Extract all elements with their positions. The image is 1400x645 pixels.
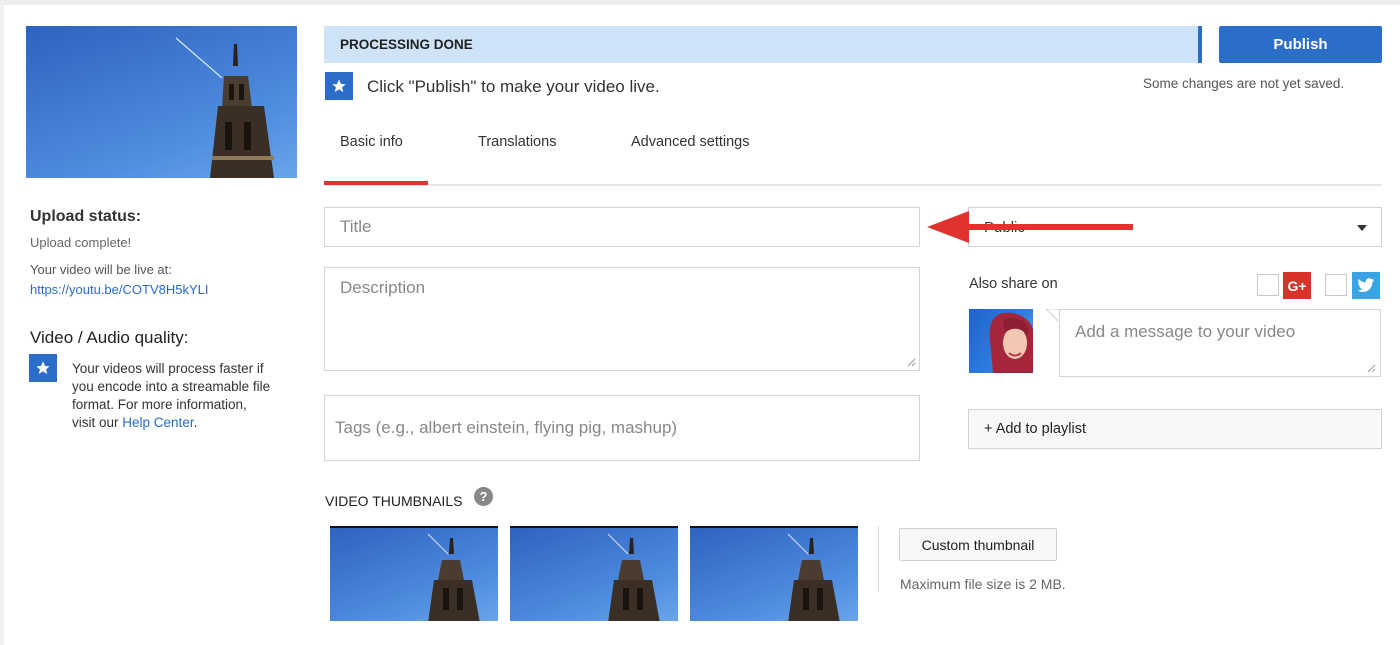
- video-preview[interactable]: [26, 26, 297, 178]
- thumbnail-divider: [878, 526, 879, 592]
- star-icon: [325, 72, 353, 100]
- thumbnail-option-1[interactable]: [330, 526, 498, 621]
- window-top-border: [0, 0, 1400, 5]
- max-file-size-text: Maximum file size is 2 MB.: [900, 576, 1066, 592]
- star-icon: [29, 354, 57, 382]
- add-to-playlist-button[interactable]: + Add to playlist: [968, 409, 1382, 449]
- tower-illustration: [175, 37, 274, 178]
- description-input[interactable]: [324, 267, 920, 371]
- twitter-icon: [1352, 272, 1380, 299]
- resize-handle-icon[interactable]: [1366, 363, 1376, 373]
- active-tab-indicator: [324, 181, 428, 185]
- publish-hint: Click "Publish" to make your video live.: [367, 77, 660, 96]
- speech-bubble-tip: [1046, 309, 1060, 325]
- tower-illustration: [787, 533, 840, 621]
- thumbnail-option-2[interactable]: [510, 526, 678, 621]
- quality-heading: Video / Audio quality:: [30, 328, 189, 347]
- tab-basic-info[interactable]: Basic info: [340, 134, 403, 150]
- help-center-link[interactable]: Help Center: [122, 415, 193, 430]
- processing-status-bar: PROCESSING DONE: [324, 26, 1202, 63]
- google-plus-icon: G+: [1283, 272, 1311, 299]
- publish-button[interactable]: Publish: [1219, 26, 1382, 63]
- also-share-label: Also share on: [969, 276, 1058, 292]
- avatar-portrait: [989, 312, 1033, 373]
- resize-handle-icon[interactable]: [906, 357, 916, 367]
- thumbnail-option-3[interactable]: [690, 526, 858, 621]
- live-at-text: Your video will be live at:: [30, 262, 172, 277]
- chevron-down-icon: [1357, 225, 1367, 231]
- tower-illustration: [427, 533, 480, 621]
- window-left-border: [0, 0, 4, 645]
- quality-tip-text: Your videos will process faster if you e…: [72, 360, 272, 432]
- arrow-annotation-icon: [927, 211, 1133, 243]
- tab-translations[interactable]: Translations: [478, 134, 556, 150]
- unsaved-notice: Some changes are not yet saved.: [1143, 76, 1345, 91]
- video-thumbnails-heading: VIDEO THUMBNAILS: [325, 493, 463, 509]
- tags-input[interactable]: [324, 395, 920, 461]
- google-plus-checkbox[interactable]: [1257, 274, 1279, 296]
- custom-thumbnail-button[interactable]: Custom thumbnail: [899, 528, 1057, 561]
- tabs-divider: [324, 184, 1382, 186]
- help-icon[interactable]: ?: [474, 487, 493, 506]
- share-message-input[interactable]: [1059, 309, 1381, 377]
- twitter-checkbox[interactable]: [1325, 274, 1347, 296]
- tab-advanced-settings[interactable]: Advanced settings: [631, 134, 750, 150]
- processing-status-text: PROCESSING DONE: [340, 37, 473, 52]
- title-input[interactable]: [324, 207, 920, 247]
- avatar: [969, 309, 1033, 373]
- video-url-link[interactable]: https://youtu.be/COTV8H5kYLI: [30, 282, 208, 297]
- upload-status-heading: Upload status:: [30, 208, 142, 225]
- quality-tip-end: .: [193, 415, 198, 430]
- tower-illustration: [607, 533, 660, 621]
- upload-status-text: Upload complete!: [30, 235, 132, 250]
